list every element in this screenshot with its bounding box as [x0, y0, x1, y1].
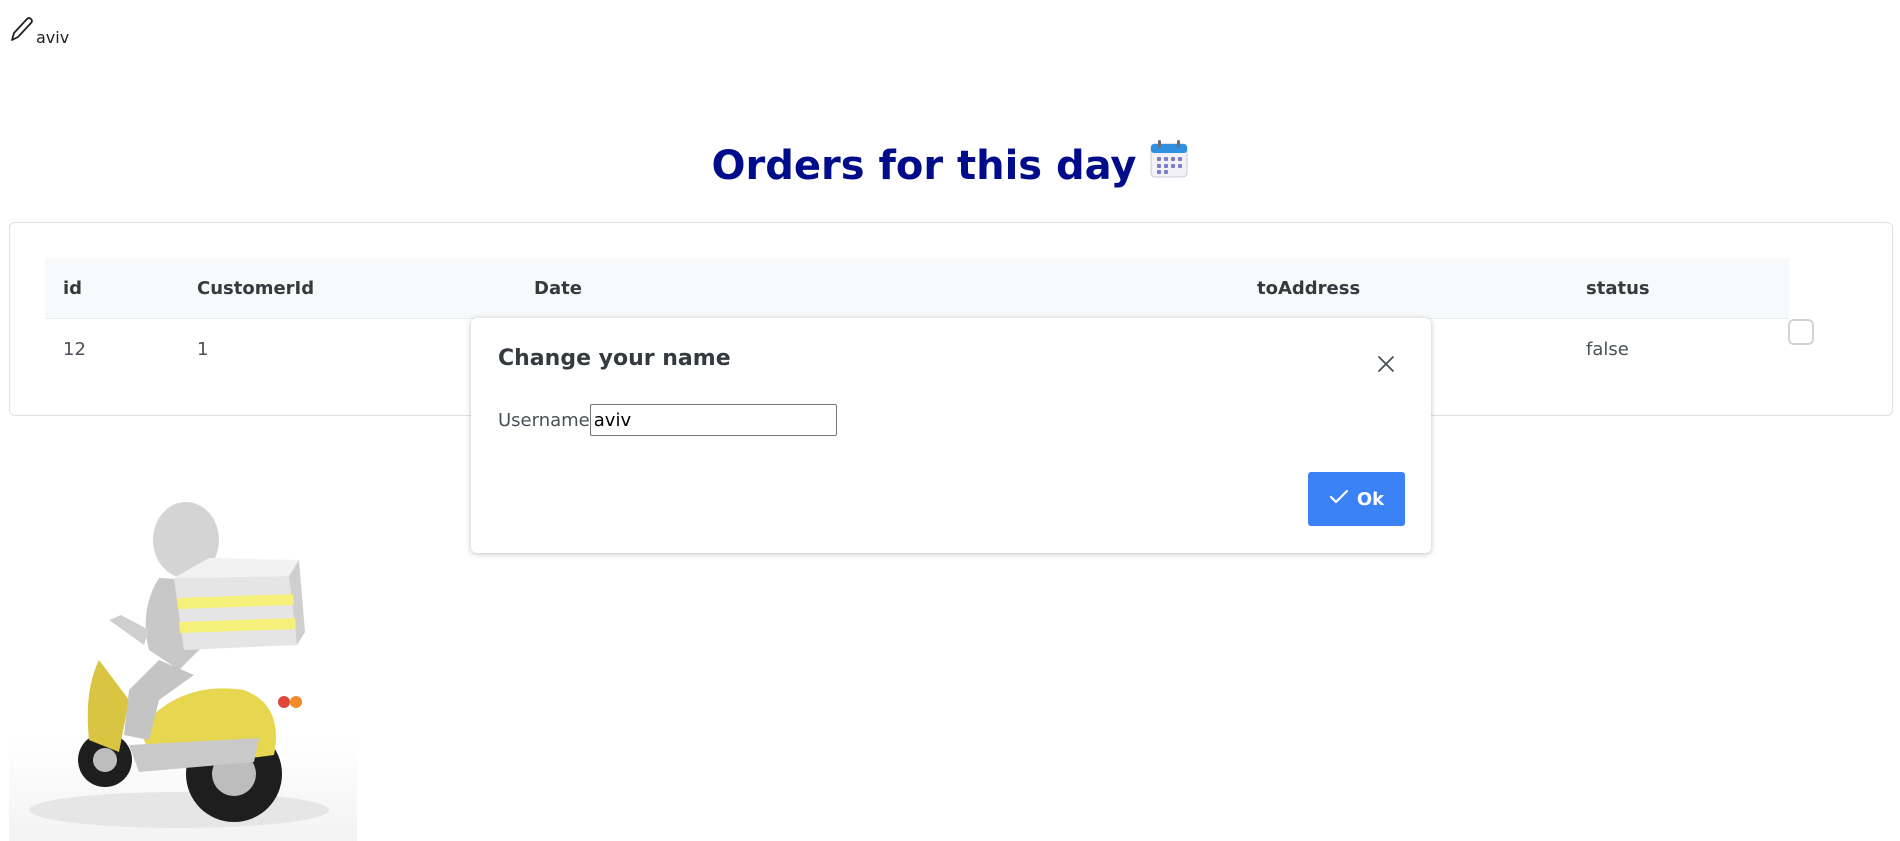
user-name: aviv	[36, 28, 70, 47]
table-header-row: id CustomerId Date toAddress status	[45, 258, 1789, 319]
column-header-date[interactable]: Date	[516, 258, 1239, 319]
delivery-scooter-illustration	[9, 490, 357, 841]
pencil-icon[interactable]	[8, 16, 34, 44]
username-label: Username	[498, 409, 590, 431]
check-icon	[1329, 489, 1349, 510]
page-title-text: Orders for this day	[711, 143, 1137, 189]
cell-customer-id: 1	[197, 338, 209, 360]
column-header-to-address[interactable]: toAddress	[1239, 258, 1568, 319]
cell-status: false	[1586, 338, 1629, 360]
user-badge[interactable]: aviv	[8, 16, 70, 47]
column-header-status[interactable]: status	[1568, 258, 1789, 319]
username-input[interactable]	[589, 404, 837, 436]
username-field-row: Username	[498, 404, 837, 436]
column-header-customer-id[interactable]: CustomerId	[179, 258, 516, 319]
column-header-id[interactable]: id	[45, 258, 179, 319]
calendar-icon	[1149, 139, 1189, 192]
ok-button-label: Ok	[1356, 488, 1385, 510]
page-title: Orders for this day	[0, 139, 1900, 192]
change-name-dialog: Change your name Username Ok	[471, 318, 1431, 553]
close-icon[interactable]	[1374, 352, 1398, 376]
ok-button[interactable]: Ok	[1308, 472, 1405, 526]
dialog-title: Change your name	[498, 346, 731, 371]
row-checkbox[interactable]	[1788, 319, 1814, 345]
cell-id: 12	[63, 338, 86, 360]
